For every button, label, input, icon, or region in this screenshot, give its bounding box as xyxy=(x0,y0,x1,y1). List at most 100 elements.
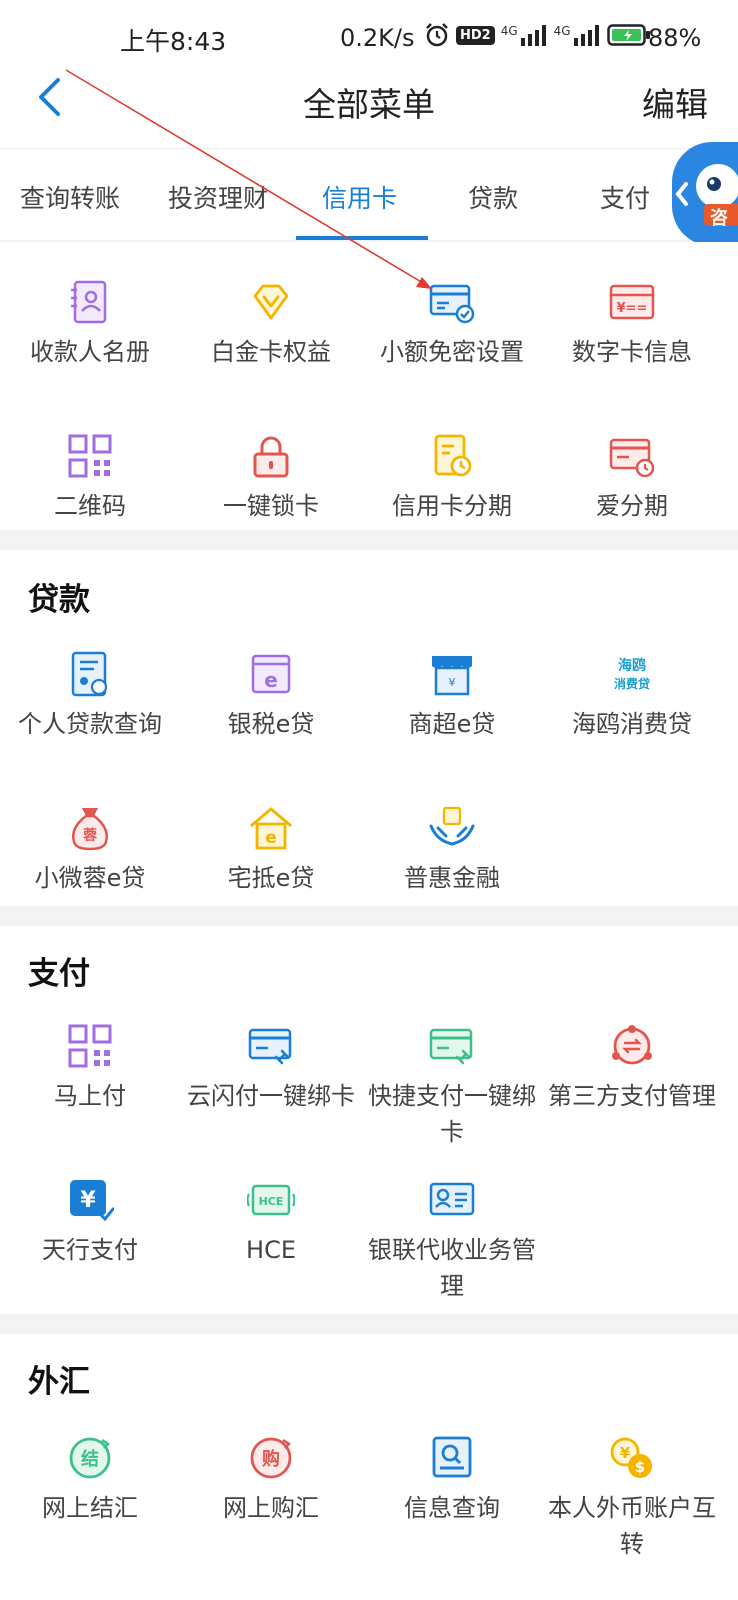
menu-item-label: 第三方支付管理 xyxy=(548,1082,716,1110)
currency-icon: ¥ $ xyxy=(610,1437,652,1478)
menu-item-supermarket-e-loan[interactable]: ¥ 商超e贷 xyxy=(362,650,542,742)
tab-query-transfer[interactable]: 查询转账 xyxy=(20,179,120,215)
menu-item-label: 宅抵e贷 xyxy=(227,864,315,892)
menu-item-label: 收款人名册 xyxy=(30,338,150,366)
menu-item-ai-installment[interactable]: 爱分期 xyxy=(542,432,722,524)
svg-text:购: 购 xyxy=(262,1448,280,1470)
hd-badge: HD2 xyxy=(456,25,495,45)
menu-item-label: 普惠金融 xyxy=(404,864,500,892)
mascot-icon xyxy=(675,164,738,226)
menu-item-label: 银税e贷 xyxy=(227,710,315,738)
tab-investment[interactable]: 投资理财 xyxy=(168,179,268,215)
menu-item-tax-e-loan[interactable]: e 银税e贷 xyxy=(181,650,361,742)
menu-item-mortgage-e-loan[interactable]: e 宅抵e贷 xyxy=(181,804,361,896)
settle-icon: 结 xyxy=(69,1437,111,1479)
status-bar: 上午8:43 0.2K/s HD2 4G 4G 88% xyxy=(0,0,738,68)
house-icon: e xyxy=(250,807,292,850)
menu-item-tianxing-pay[interactable]: ¥ 天行支付 xyxy=(0,1176,180,1268)
network-type-1: 4G xyxy=(500,24,518,38)
loans-section: 贷款 个人贷款查询 e 银税e贷 ¥ 商超e贷 海鸥 消费贷 海鸥消费贷 蓉 小… xyxy=(0,550,738,906)
menu-item-label: 小微蓉e贷 xyxy=(34,864,146,892)
menu-item-quick-pay-bind[interactable]: 快捷支付一键绑卡 xyxy=(362,1022,542,1150)
menu-item-online-settlement[interactable]: 结 网上结汇 xyxy=(0,1434,180,1526)
menu-item-installment[interactable]: 信用卡分期 xyxy=(362,432,542,524)
menu-item-label: 商超e贷 xyxy=(408,710,496,738)
status-icons: HD2 4G 4G xyxy=(424,22,651,48)
signal-2: 4G xyxy=(554,24,601,46)
menu-item-label: 马上付 xyxy=(54,1082,126,1110)
network-type-2: 4G xyxy=(553,24,571,38)
menu-item-label: 数字卡信息 xyxy=(572,338,692,366)
installment-icon xyxy=(434,434,472,477)
menu-item-digital-card-info[interactable]: ¥== 数字卡信息 xyxy=(542,278,722,370)
forex-section: 外汇 结 网上结汇 购 网上购汇 信息查询 ¥ $ 本人外币账户互转 xyxy=(0,1334,738,1600)
card-link-green-icon xyxy=(429,1028,473,1065)
menu-item-label: 银联代收业务管理 xyxy=(368,1236,536,1300)
menu-item-label: 信用卡分期 xyxy=(392,492,512,520)
digital-card-icon: ¥== xyxy=(609,284,655,320)
menu-item-third-party-pay[interactable]: 第三方支付管理 xyxy=(542,1022,722,1114)
menu-item-personal-loan-query[interactable]: 个人贷款查询 xyxy=(0,650,180,742)
menu-item-small-amount-settings[interactable]: 小额免密设置 xyxy=(362,278,542,370)
svg-text:结: 结 xyxy=(81,1448,99,1470)
menu-item-own-fx-transfer[interactable]: ¥ $ 本人外币账户互转 xyxy=(542,1434,722,1562)
svg-text:¥: ¥ xyxy=(80,1188,96,1213)
signal-bars-icon xyxy=(573,25,599,46)
active-tab-indicator xyxy=(296,236,428,240)
menu-item-instant-pay[interactable]: 马上付 xyxy=(0,1022,180,1114)
section-title-forex: 外汇 xyxy=(28,1364,90,1400)
signal-bars-icon xyxy=(520,25,546,46)
menu-item-online-purchase[interactable]: 购 网上购汇 xyxy=(181,1434,361,1526)
menu-item-qr-code[interactable]: 二维码 xyxy=(0,432,180,524)
svg-text:¥: ¥ xyxy=(449,676,456,689)
menu-item-info-query[interactable]: 信息查询 xyxy=(362,1434,542,1526)
menu-item-label: 快捷支付一键绑卡 xyxy=(368,1082,536,1146)
menu-item-payee-list[interactable]: 收款人名册 xyxy=(0,278,180,370)
lock-icon xyxy=(253,436,289,478)
mascot-badge-text: 咨 xyxy=(710,208,728,229)
title-bar: 全部菜单 编辑 xyxy=(0,68,738,148)
menu-item-label: 网上购汇 xyxy=(223,1494,319,1522)
menu-item-label: 云闪付一键绑卡 xyxy=(187,1082,355,1110)
payment-section: 支付 马上付 云闪付一键绑卡 快捷支付一键绑卡 第三方支付管理 ¥ 天行支付 H… xyxy=(0,926,738,1314)
menu-item-label: 信息查询 xyxy=(404,1494,500,1522)
tab-payment[interactable]: 支付 xyxy=(600,179,650,215)
qr-code-icon xyxy=(68,434,112,478)
svg-text:¥==: ¥== xyxy=(617,301,648,316)
assistant-mascot-button[interactable]: 咨 xyxy=(672,142,738,246)
edit-button[interactable]: 编辑 xyxy=(642,78,708,126)
menu-item-label: 本人外币账户互转 xyxy=(548,1494,716,1558)
contact-book-icon xyxy=(71,280,107,324)
card-check-icon xyxy=(429,284,475,324)
svg-text:e: e xyxy=(264,668,278,692)
yuan-check-icon: ¥ xyxy=(70,1180,114,1222)
credit-card-section: 收款人名册 白金卡权益 小额免密设置 ¥== 数字卡信息 二维码 一键锁卡 信用… xyxy=(0,242,738,530)
menu-item-platinum-benefits[interactable]: 白金卡权益 xyxy=(181,278,361,370)
category-tabs: 查询转账 投资理财 信用卡 贷款 支付 xyxy=(0,148,738,240)
card-clock-icon xyxy=(609,438,655,478)
status-net-speed: 0.2K/s xyxy=(340,24,415,52)
tab-credit-card[interactable]: 信用卡 xyxy=(322,179,397,215)
menu-item-label: 天行支付 xyxy=(42,1236,138,1264)
menu-item-haiou-consumer-loan[interactable]: 海鸥 消费贷 海鸥消费贷 xyxy=(542,650,722,742)
hce-icon: HCE xyxy=(247,1184,295,1216)
menu-item-quickpass-bind[interactable]: 云闪付一键绑卡 xyxy=(181,1022,361,1114)
section-title-loans: 贷款 xyxy=(28,582,90,618)
tab-loans[interactable]: 贷款 xyxy=(468,179,518,215)
menu-item-unionpay-collection[interactable]: 银联代收业务管理 xyxy=(362,1176,542,1304)
transfer-circle-icon xyxy=(612,1025,652,1065)
menu-item-micro-rong-e-loan[interactable]: 蓉 小微蓉e贷 xyxy=(0,804,180,896)
haiou-logo-icon: 海鸥 消费贷 xyxy=(614,657,650,691)
qr-code-icon xyxy=(68,1024,112,1068)
menu-item-inclusive-finance[interactable]: 普惠金融 xyxy=(362,804,542,896)
svg-text:海鸥: 海鸥 xyxy=(618,657,646,674)
menu-item-hce[interactable]: HCE HCE xyxy=(181,1176,361,1268)
menu-item-label: 二维码 xyxy=(54,492,126,520)
menu-item-lock-card[interactable]: 一键锁卡 xyxy=(181,432,361,524)
loan-doc-icon xyxy=(71,651,108,697)
menu-item-label: 个人贷款查询 xyxy=(18,710,162,738)
menu-item-label: 白金卡权益 xyxy=(211,338,331,366)
menu-item-label: 海鸥消费贷 xyxy=(572,710,692,738)
menu-item-label: 小额免密设置 xyxy=(380,338,524,366)
id-card-icon xyxy=(429,1182,475,1216)
